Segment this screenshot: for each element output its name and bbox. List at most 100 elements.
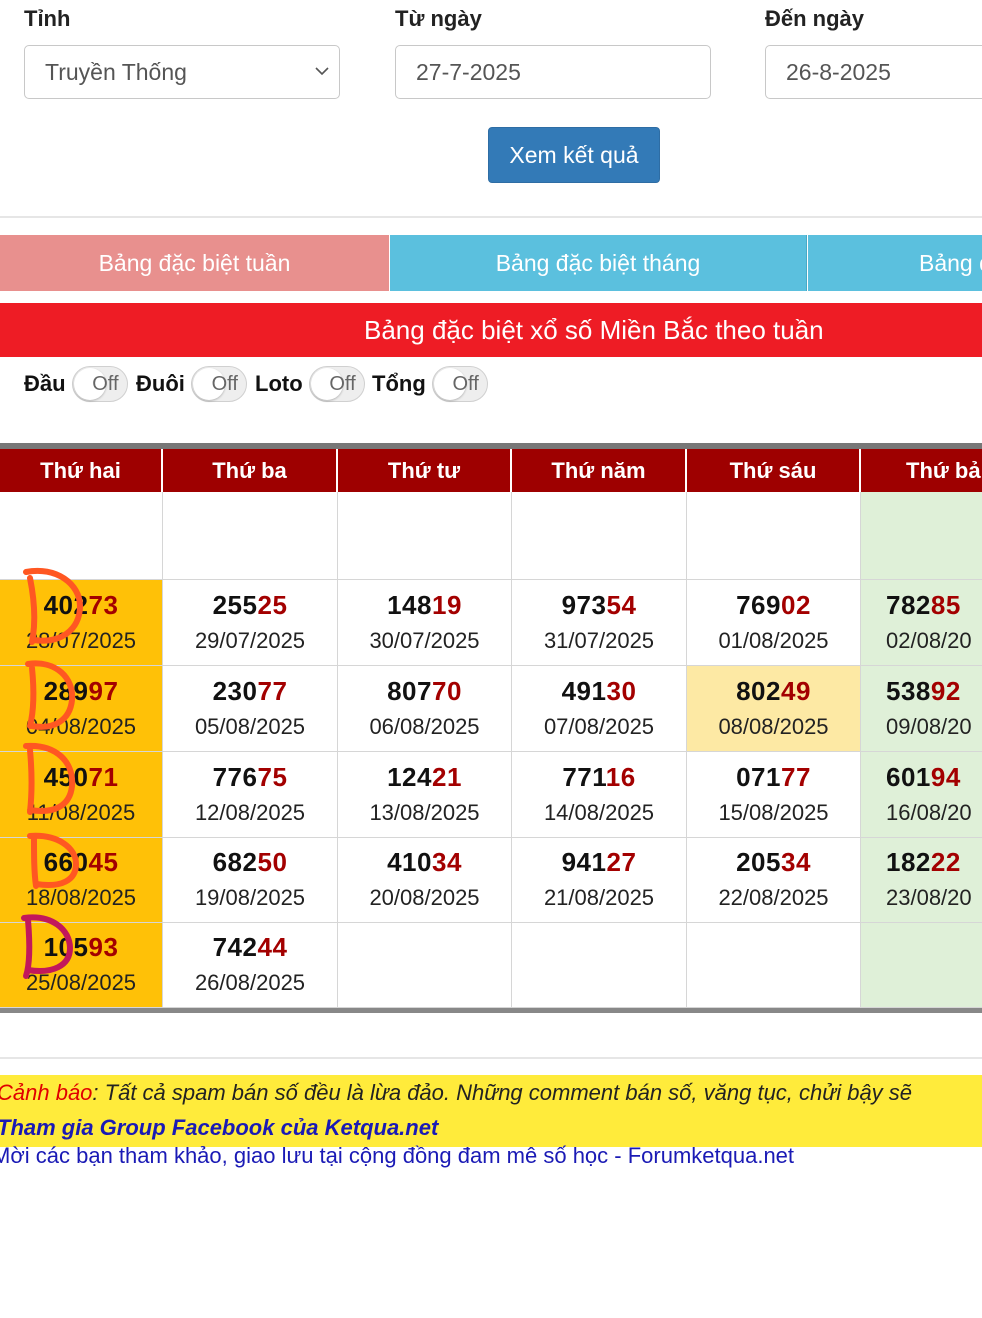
to-date-value: 26-8-2025 — [786, 58, 891, 85]
number-tail: 97 — [88, 675, 119, 706]
number-tail: 22 — [930, 847, 961, 877]
result-cell: 60194 16/08/20 — [861, 752, 982, 838]
special-number: 66045 — [44, 847, 119, 877]
number-head: 941 — [561, 847, 607, 877]
toggle-state: Off — [211, 372, 238, 395]
special-number: 41034 — [387, 847, 462, 877]
special-number: 10593 — [44, 932, 119, 962]
number-head: 807 — [387, 675, 432, 706]
province-select[interactable]: Truyền Thống — [24, 45, 340, 99]
number-tail: 49 — [780, 675, 811, 706]
number-head: 105 — [43, 932, 89, 962]
tab-more[interactable]: Bảng đ — [808, 235, 982, 291]
number-tail: 71 — [88, 761, 119, 792]
special-number: 49130 — [562, 676, 637, 706]
chevron-down-icon — [315, 67, 329, 76]
draw-date: 05/08/2025 — [194, 713, 306, 739]
special-number: 45071 — [44, 762, 119, 792]
number-tail: 25 — [257, 589, 288, 620]
number-head: 205 — [736, 847, 781, 877]
draw-date: 01/08/2025 — [718, 627, 829, 653]
toggle-group-tong: Tổng Off — [372, 364, 488, 404]
from-date-label: Từ ngày — [395, 6, 482, 31]
toggle-tong[interactable]: Off — [431, 366, 488, 402]
divider — [0, 1057, 982, 1059]
toggle-dau[interactable]: Off — [71, 366, 128, 402]
result-cell: 94127 21/08/2025 — [512, 838, 687, 923]
toggle-loto[interactable]: Off — [308, 366, 365, 402]
special-number: 80770 — [387, 676, 462, 706]
result-cell: 25525 29/07/2025 — [163, 580, 338, 666]
toggle-state: Off — [92, 372, 119, 395]
draw-date: 29/07/2025 — [194, 627, 306, 653]
number-tail: 21 — [431, 761, 462, 792]
number-tail: 77 — [257, 675, 288, 706]
number-head: 071 — [736, 761, 781, 792]
special-number: 23077 — [213, 676, 288, 706]
draw-date: 18/08/2025 — [25, 885, 137, 910]
number-head: 255 — [212, 589, 258, 620]
number-head: 742 — [212, 932, 258, 962]
special-number: 20534 — [736, 847, 811, 877]
column-header: Thứ bả — [861, 449, 982, 492]
number-tail: 94 — [930, 761, 961, 792]
warning-box: Cảnh báo: Tất cả spam bán số đều là lừa … — [0, 1075, 982, 1147]
tab-weekly-special[interactable]: Bảng đặc biệt tuần — [0, 235, 389, 291]
column-header: Thứ sáu — [687, 449, 861, 492]
number-tail: 27 — [606, 847, 637, 877]
toggle-label-duoi: Đuôi — [136, 371, 185, 396]
tab-monthly-special[interactable]: Bảng đặc biệt tháng — [390, 235, 807, 291]
result-cell: 18222 23/08/20 — [861, 838, 982, 923]
number-head: 289 — [43, 675, 89, 706]
draw-date: 28/07/2025 — [25, 627, 137, 653]
number-tail: 54 — [606, 589, 637, 620]
number-head: 148 — [387, 589, 432, 620]
column-header: Thứ hai — [0, 449, 163, 492]
number-head: 776 — [212, 761, 258, 792]
province-label: Tỉnh — [24, 6, 71, 31]
forum-link[interactable]: Mời các bạn tham khảo, giao lưu tại cộng… — [0, 1143, 794, 1169]
number-head: 410 — [387, 847, 432, 877]
number-tail: 50 — [257, 847, 288, 877]
special-number: 53892 — [886, 676, 961, 706]
column-header: Thứ ba — [163, 449, 338, 492]
empty-cell — [687, 492, 861, 580]
toggle-group-duoi: Đuôi Off — [136, 364, 247, 404]
draw-date: 08/08/2025 — [718, 713, 829, 739]
number-tail: 75 — [257, 761, 288, 792]
special-number: 28997 — [44, 676, 119, 706]
special-number: 18222 — [886, 847, 961, 877]
empty-cell — [0, 492, 163, 580]
facebook-group-link[interactable]: Tham gia Group Facebook của Ketqua.net — [0, 1115, 438, 1141]
special-number: 25525 — [213, 590, 288, 620]
draw-date: 06/08/2025 — [369, 713, 480, 739]
draw-date: 30/07/2025 — [369, 627, 480, 653]
column-header: Thứ năm — [512, 449, 687, 492]
result-cell: 23077 05/08/2025 — [163, 666, 338, 752]
result-cell: 80249 08/08/2025 — [687, 666, 861, 752]
number-head: 182 — [886, 847, 931, 877]
draw-date: 22/08/2025 — [718, 885, 829, 910]
result-cell: 76902 01/08/2025 — [687, 580, 861, 666]
empty-cell — [687, 923, 861, 1008]
result-cell: 97354 31/07/2025 — [512, 580, 687, 666]
toggle-duoi[interactable]: Off — [190, 366, 247, 402]
number-head: 491 — [561, 675, 607, 706]
draw-date: 09/08/20 — [886, 713, 972, 739]
to-date-input[interactable]: 26-8-2025 — [765, 45, 982, 99]
number-tail: 34 — [431, 847, 462, 877]
special-number: 07177 — [736, 762, 811, 792]
table-bottom-border — [0, 1008, 982, 1013]
number-tail: 19 — [431, 589, 462, 620]
special-number: 76902 — [736, 590, 811, 620]
draw-date: 04/08/2025 — [25, 713, 137, 739]
special-number: 74244 — [213, 932, 288, 962]
from-date-input[interactable]: 27-7-2025 — [395, 45, 711, 99]
divider — [0, 216, 982, 218]
result-cell: 77675 12/08/2025 — [163, 752, 338, 838]
empty-cell — [512, 923, 687, 1008]
to-date-label: Đến ngày — [765, 6, 865, 31]
draw-date: 19/08/2025 — [194, 885, 306, 910]
view-results-button[interactable]: Xem kết quả — [488, 127, 660, 183]
draw-date: 25/08/2025 — [25, 970, 137, 995]
